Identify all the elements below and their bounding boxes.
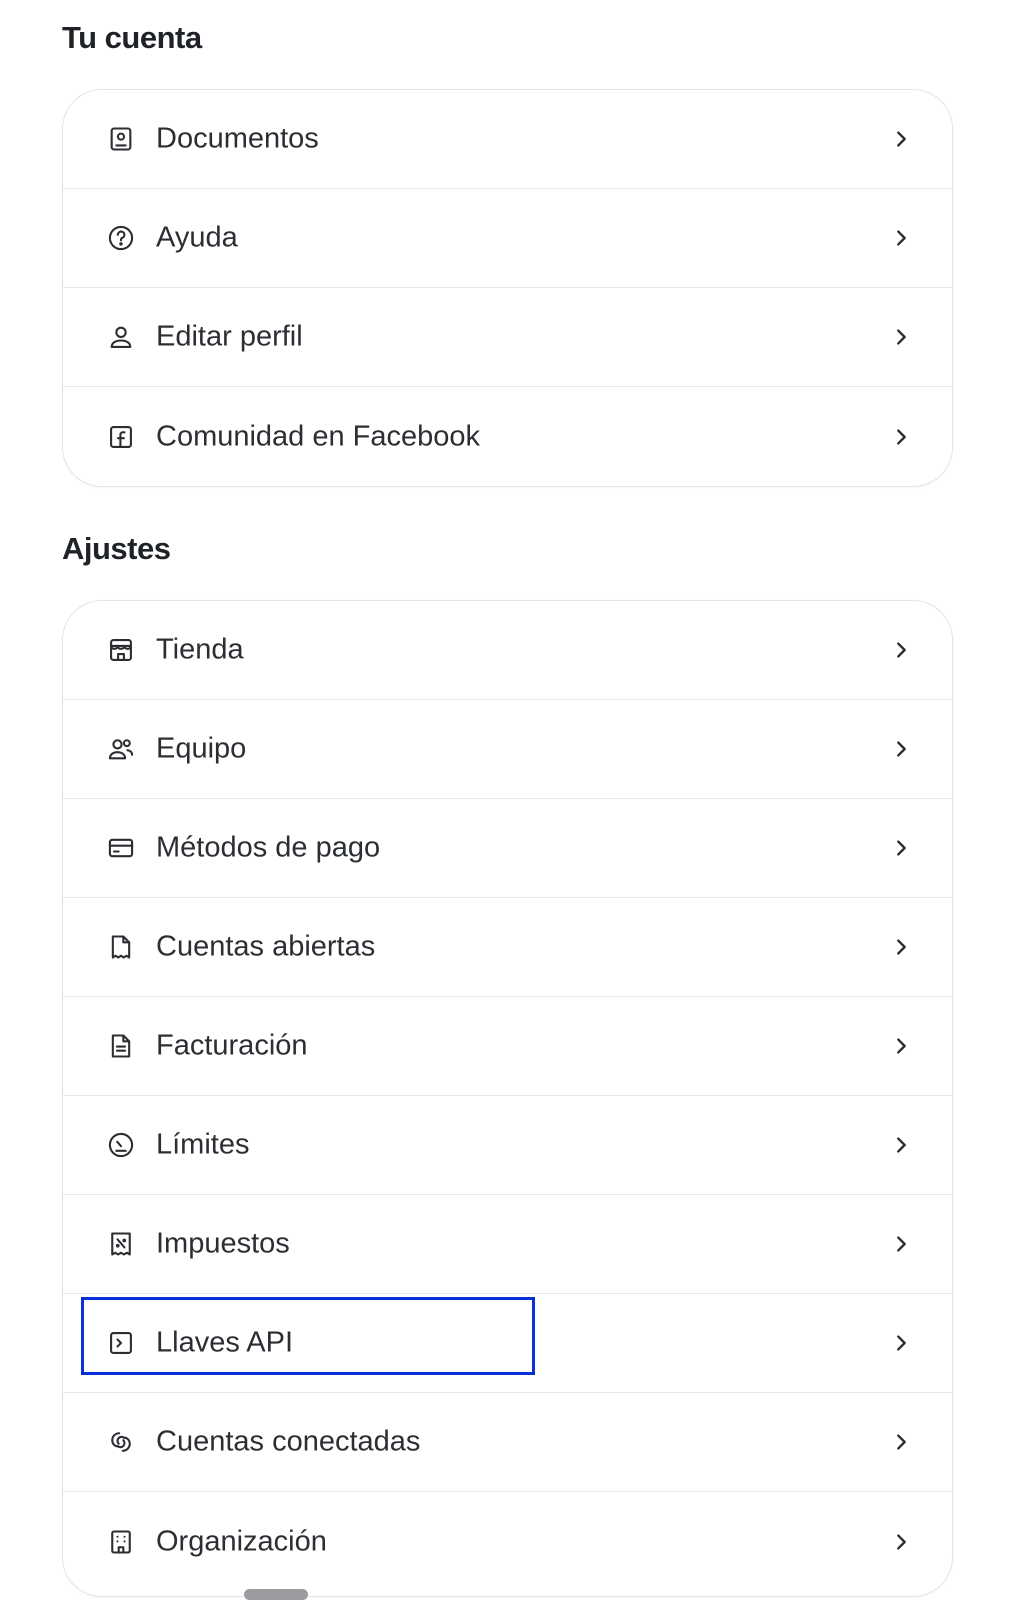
settings-menu-card: Tienda Equipo Métodos de pago Cuentas ab… [62,600,953,1597]
menu-item-equipo[interactable]: Equipo [63,700,952,799]
section-title-tu-cuenta: Tu cuenta [62,20,202,55]
scroll-handle[interactable] [244,1589,308,1600]
team-icon [107,735,135,763]
chevron-right-icon [890,326,912,348]
menu-item-cuentas-abiertas[interactable]: Cuentas abiertas [63,898,952,997]
menu-item-cuentas-conectadas[interactable]: Cuentas conectadas [63,1393,952,1492]
section-title-ajustes: Ajustes [62,531,171,566]
menu-item-llaves-api[interactable]: Llaves API [63,1294,952,1393]
account-menu-card: Documentos Ayuda Editar perfil Comunidad… [62,89,953,487]
menu-item-label: Facturación [156,1029,308,1062]
chevron-right-icon [890,837,912,859]
menu-item-label: Organización [156,1525,327,1557]
chevron-right-icon [890,639,912,661]
menu-item-label: Cuentas conectadas [156,1425,421,1458]
selection-highlight-box [81,1297,535,1375]
link-icon [107,1428,135,1456]
chevron-right-icon [890,1431,912,1453]
menu-item-metodos-de-pago[interactable]: Métodos de pago [63,799,952,898]
menu-item-label: Editar perfil [156,320,303,353]
chevron-right-icon [890,1035,912,1057]
building-icon [107,1528,135,1556]
chevron-right-icon [890,227,912,249]
menu-item-label: Comunidad en Facebook [156,420,481,452]
menu-item-label: Documentos [156,122,319,155]
tax-receipt-icon [107,1230,135,1258]
help-circle-icon [107,224,135,252]
menu-item-label: Equipo [156,732,247,765]
invoice-icon [107,1032,135,1060]
menu-item-editar-perfil[interactable]: Editar perfil [63,288,952,387]
user-icon [107,323,135,351]
chevron-right-icon [890,1233,912,1255]
document-profile-icon [107,125,135,153]
chevron-right-icon [890,426,912,448]
terminal-icon [107,1329,135,1357]
chevron-right-icon [890,128,912,150]
chevron-right-icon [890,936,912,958]
menu-item-organizacion[interactable]: Organización [63,1492,952,1591]
chevron-right-icon [890,1332,912,1354]
menu-item-label: Cuentas abiertas [156,930,376,963]
facebook-icon [107,423,135,451]
credit-card-icon [107,834,135,862]
menu-item-label: Llaves API [156,1326,294,1359]
menu-item-label: Ayuda [156,221,238,254]
gauge-icon [107,1131,135,1159]
menu-item-facturacion[interactable]: Facturación [63,997,952,1096]
menu-item-label: Métodos de pago [156,831,381,864]
menu-item-documentos[interactable]: Documentos [63,90,952,189]
chevron-right-icon [890,738,912,760]
menu-item-ayuda[interactable]: Ayuda [63,189,952,288]
menu-item-label: Límites [156,1128,250,1161]
menu-item-label: Tienda [156,633,244,666]
menu-item-comunidad-facebook[interactable]: Comunidad en Facebook [63,387,952,486]
menu-item-limites[interactable]: Límites [63,1096,952,1195]
menu-item-tienda[interactable]: Tienda [63,601,952,700]
chevron-right-icon [890,1134,912,1156]
menu-item-impuestos[interactable]: Impuestos [63,1195,952,1294]
receipt-icon [107,933,135,961]
menu-item-label: Impuestos [156,1227,290,1260]
chevron-right-icon [890,1531,912,1553]
store-icon [107,636,135,664]
